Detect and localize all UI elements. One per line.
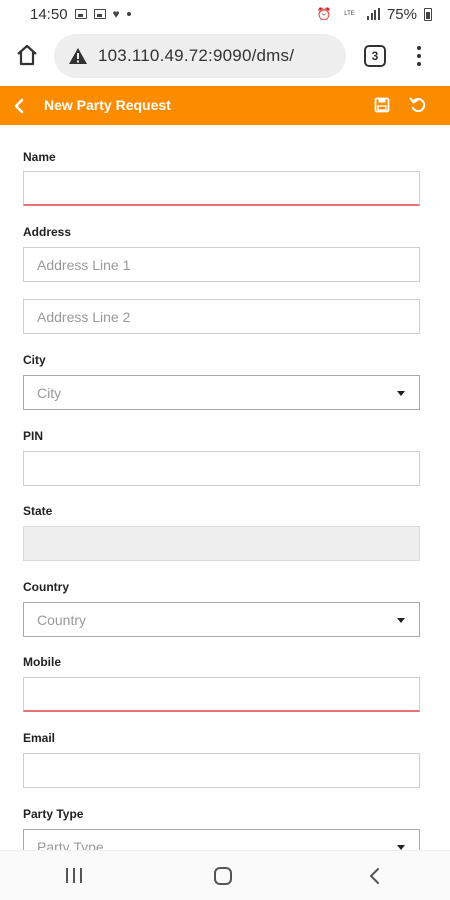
address-line2-placeholder: Address Line 2 xyxy=(37,308,131,325)
lte-indicator-icon: LTE xyxy=(344,11,355,17)
app-header: New Party Request xyxy=(0,86,450,125)
country-label: Country xyxy=(23,580,69,594)
back-nav-icon[interactable] xyxy=(364,866,384,886)
city-label: City xyxy=(23,353,46,367)
page-title: New Party Request xyxy=(44,97,171,113)
party-type-select[interactable]: Party Type xyxy=(23,829,420,850)
name-label: Name xyxy=(23,150,56,164)
battery-percent: 75% xyxy=(386,5,417,23)
chevron-down-icon xyxy=(397,618,405,623)
battery-icon xyxy=(424,7,432,21)
refresh-icon[interactable] xyxy=(409,96,427,114)
email-label: Email xyxy=(23,731,56,745)
party-type-label: Party Type xyxy=(23,807,84,821)
tabs-button[interactable]: 3 xyxy=(364,45,386,67)
chevron-down-icon xyxy=(397,391,405,396)
url-text: 103.110.49.72:9090/dms/ xyxy=(98,46,295,65)
system-nav-bar xyxy=(0,850,450,900)
screen: 14:50 ♥ ⏰ LTE 75% 103.110.49.72:9090/dms… xyxy=(0,0,450,900)
city-placeholder: City xyxy=(37,384,62,401)
address-bar[interactable]: 103.110.49.72:9090/dms/ xyxy=(54,34,346,78)
chevron-left-icon xyxy=(14,98,24,114)
home-nav-icon[interactable] xyxy=(214,866,232,885)
gallery-notification-icon xyxy=(74,9,87,19)
save-icon[interactable] xyxy=(374,97,390,113)
mobile-label: Mobile xyxy=(23,655,61,669)
status-bar: 14:50 ♥ ⏰ LTE 75% xyxy=(0,0,450,28)
heart-notification-icon: ♥ xyxy=(112,7,120,21)
back-button[interactable] xyxy=(10,96,28,116)
tab-count: 3 xyxy=(371,49,379,63)
image-notification-icon xyxy=(93,9,106,19)
browser-toolbar: 103.110.49.72:9090/dms/ 3 xyxy=(0,28,450,84)
state-input xyxy=(23,526,420,561)
home-button[interactable] xyxy=(14,42,40,68)
country-select[interactable]: Country xyxy=(23,602,420,637)
more-notifications-icon xyxy=(126,12,131,16)
pin-label: PIN xyxy=(23,429,44,443)
address-line1-placeholder: Address Line 1 xyxy=(37,256,131,273)
recent-apps-icon[interactable] xyxy=(66,868,82,883)
mobile-input[interactable] xyxy=(23,677,420,712)
pin-input[interactable] xyxy=(23,451,420,486)
warning-icon xyxy=(68,46,88,66)
address-line1-input[interactable]: Address Line 1 xyxy=(23,247,420,282)
party-type-placeholder: Party Type xyxy=(37,838,104,851)
party-request-form: Name Address Address Line 1 Address Line… xyxy=(0,125,450,850)
alarm-icon: ⏰ xyxy=(316,7,332,21)
home-icon xyxy=(17,44,37,66)
address-label: Address xyxy=(23,225,72,239)
name-input[interactable] xyxy=(23,171,420,206)
country-placeholder: Country xyxy=(37,611,87,628)
email-input[interactable] xyxy=(23,753,420,788)
address-line2-input[interactable]: Address Line 2 xyxy=(23,299,420,334)
signal-icon xyxy=(367,8,380,20)
more-vert-icon[interactable] xyxy=(410,44,428,68)
status-time: 14:50 xyxy=(30,5,68,23)
state-label: State xyxy=(23,504,53,518)
city-select[interactable]: City xyxy=(23,375,420,410)
